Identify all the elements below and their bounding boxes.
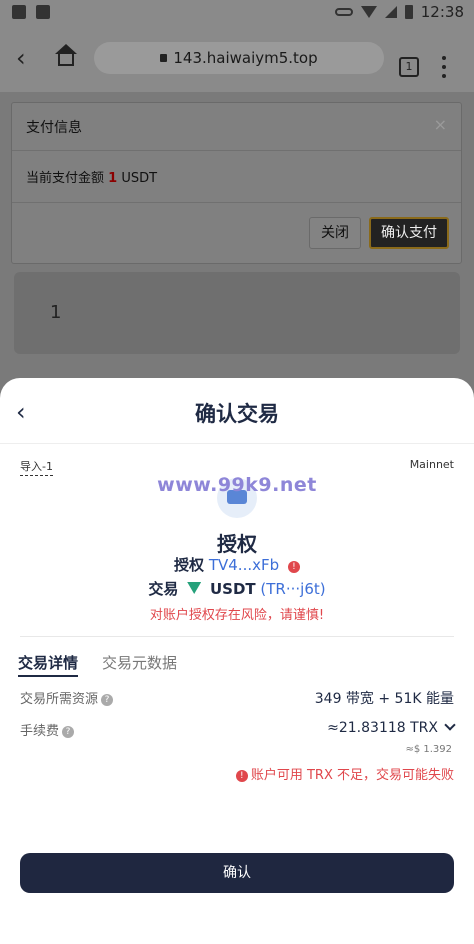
fee-warning-text: 账户可用 TRX 不足，交易可能失败: [250, 768, 454, 783]
url-text: 143.haiwaiym5.top: [173, 49, 318, 67]
notification-icons: [12, 5, 50, 19]
close-button[interactable]: 关闭: [309, 217, 361, 249]
authorize-key: 授权: [174, 556, 205, 574]
fee-label: 手续费: [20, 724, 60, 739]
dialog-title: 支付信息: [26, 120, 82, 136]
resource-label-row: 交易所需资源?: [20, 688, 114, 707]
token-address[interactable]: (TR···j6t): [260, 580, 325, 598]
amount-prefix: 当前支付金额: [26, 171, 105, 186]
action-title: 授权: [217, 532, 257, 556]
tab-transaction-details[interactable]: 交易详情: [18, 652, 79, 677]
amount-input-value: 1: [50, 302, 62, 323]
divider: [20, 636, 454, 637]
chevron-down-icon: [444, 719, 456, 731]
risk-warning: 对账户授权存在风险，请谨慎!: [149, 608, 325, 623]
amount-input-card[interactable]: 1: [14, 272, 460, 354]
tab-switcher-button[interactable]: 1: [399, 57, 419, 77]
lock-icon: [160, 54, 168, 62]
authorized-address[interactable]: TV4...xFb: [209, 556, 279, 574]
system-status: 12:38: [334, 3, 464, 21]
trade-row: 交易 USDT (TR···j6t): [0, 578, 474, 599]
overflow-menu-icon[interactable]: [442, 56, 446, 78]
clock: 12:38: [420, 3, 464, 21]
sheet-title: 确认交易: [195, 402, 279, 426]
back-icon[interactable]: ‹: [16, 46, 40, 70]
address-bar[interactable]: 143.haiwaiym5.top: [94, 42, 384, 74]
warning-icon: !: [235, 770, 248, 782]
tab-transaction-metadata[interactable]: 交易元数据: [102, 652, 177, 673]
warning-icon: !: [287, 561, 300, 573]
help-icon[interactable]: ?: [101, 694, 114, 706]
confirm-button[interactable]: 确认: [20, 853, 454, 893]
token-symbol: USDT: [209, 580, 256, 598]
confirm-payment-button[interactable]: 确认支付: [369, 217, 449, 249]
authorize-row: 授权 TV4...xFb !: [0, 554, 474, 575]
resource-value: 349 带宽 + 51K 能量: [314, 691, 454, 707]
browser-toolbar: ‹ 143.haiwaiym5.top 1: [0, 26, 474, 92]
vpn-key-icon: [334, 8, 353, 16]
fee-value-row[interactable]: ≈21.83118 TRX: [327, 719, 456, 736]
confirm-transaction-sheet: ‹ 确认交易 导入-1 Mainnet www.99k9.net 授权 授权 T…: [0, 378, 474, 944]
network-label: Mainnet: [409, 458, 454, 471]
resource-label: 交易所需资源: [20, 692, 99, 707]
fee-value: ≈21.83118 TRX: [327, 720, 438, 736]
status-bar: 12:38: [0, 0, 474, 26]
amount-value: 1: [108, 171, 118, 186]
dialog-body: 当前支付金额 1 USDT: [12, 151, 461, 203]
battery-icon: [404, 5, 413, 19]
dialog-header: 支付信息 ×: [12, 103, 461, 151]
dialog-footer: 关闭 确认支付: [12, 203, 461, 263]
sheet-header: ‹ 确认交易: [0, 378, 474, 444]
watermark: www.99k9.net: [157, 474, 317, 496]
app-notification-icon: [12, 5, 26, 19]
help-icon[interactable]: ?: [62, 726, 75, 738]
wifi-icon: [360, 6, 377, 18]
amount-unit: USDT: [121, 171, 158, 186]
app-notification-icon: [36, 5, 50, 19]
payment-info-dialog: 支付信息 × 当前支付金额 1 USDT 关闭 确认支付: [11, 102, 462, 264]
close-icon[interactable]: ×: [434, 115, 447, 134]
home-icon[interactable]: [54, 44, 78, 70]
fee-usd-value: ≈$ 1.392: [405, 744, 452, 755]
signal-icon: [384, 6, 397, 18]
fee-label-row: 手续费?: [20, 720, 75, 739]
insufficient-trx-warning: ! 账户可用 TRX 不足，交易可能失败: [235, 764, 454, 783]
usdt-icon: [187, 582, 202, 594]
trade-key: 交易: [148, 580, 179, 598]
